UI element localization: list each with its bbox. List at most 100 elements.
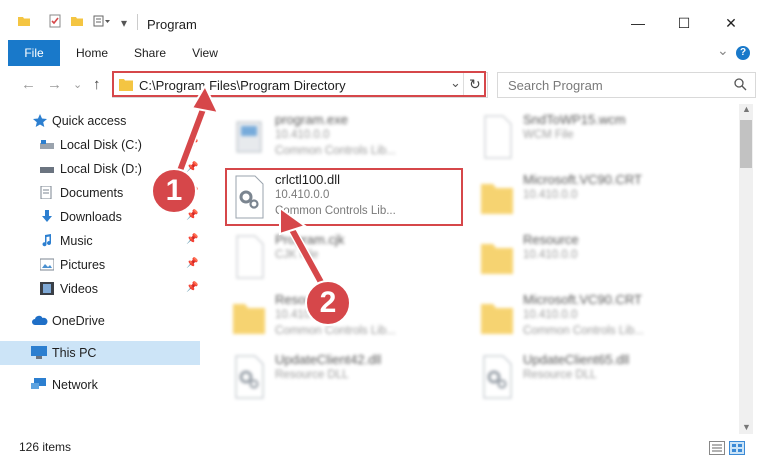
sidebar-item-onedrive[interactable]: OneDrive xyxy=(0,309,200,333)
file-item[interactable]: Resource 10.410.0.0 xyxy=(475,228,715,290)
file-version: Resource DLL xyxy=(275,369,349,381)
file-version: CJK File xyxy=(275,249,319,261)
file-version: 10.410.0.0 xyxy=(275,129,330,141)
drive-icon xyxy=(40,167,54,173)
tab-file[interactable]: File xyxy=(8,40,60,66)
forward-icon[interactable]: → xyxy=(47,76,62,93)
file-version: 10.410.0.0 xyxy=(523,249,578,261)
blank-file-icon xyxy=(236,235,264,279)
sidebar-item-this-pc[interactable]: This PC xyxy=(0,341,200,365)
navigation-bar: ← → ⌄ ↑ C:\Program Files\Program Directo… xyxy=(0,66,769,102)
folder-icon xyxy=(481,184,513,214)
folder-icon xyxy=(481,244,513,274)
sidebar-item-label: Local Disk (C:) xyxy=(60,138,142,152)
file-item[interactable]: program.exe 10.410.0.0 Common Controls L… xyxy=(227,108,467,170)
properties-icon[interactable] xyxy=(48,14,62,28)
pin-icon[interactable]: 📌 xyxy=(186,282,198,293)
folder-icon xyxy=(481,304,513,334)
file-item[interactable]: Microsoft.VC90.CRT 10.410.0.0 xyxy=(475,168,715,230)
sidebar-item-pictures[interactable]: Pictures 📌 xyxy=(0,253,200,277)
sidebar-item-local-disk-c[interactable]: Local Disk (C:) 📌 xyxy=(0,133,200,157)
sidebar-item-network[interactable]: Network xyxy=(0,373,200,397)
window-title: Program xyxy=(147,17,197,32)
address-highlight-box xyxy=(112,71,486,97)
star-icon xyxy=(33,114,47,127)
sidebar-item-label: Documents xyxy=(60,186,124,200)
pin-icon[interactable]: 📌 xyxy=(186,234,198,245)
tab-share[interactable]: Share xyxy=(127,40,173,66)
pin-icon[interactable]: 📌 xyxy=(186,162,198,173)
pin-icon[interactable]: 📌 xyxy=(186,258,198,269)
close-button[interactable]: ✕ xyxy=(708,10,754,36)
title-bar: ▾ Program — ☐ ✕ xyxy=(0,0,769,40)
recent-locations-icon[interactable]: ⌄ xyxy=(73,78,82,91)
network-icon xyxy=(31,378,46,389)
file-item[interactable]: UpdateClient42.dll Resource DLL xyxy=(227,348,467,410)
maximize-button[interactable]: ☐ xyxy=(661,10,707,36)
details-view-icon[interactable] xyxy=(709,441,725,455)
sidebar-item-label: Videos xyxy=(60,282,98,296)
callout-badge-1: 1 xyxy=(151,168,197,214)
search-icon[interactable] xyxy=(734,78,747,91)
exe-icon xyxy=(236,121,262,153)
file-item[interactable]: SndToWP15.wcm WCM File xyxy=(475,108,715,170)
file-name: SndToWP15.wcm xyxy=(523,112,626,127)
file-item[interactable]: Microsoft.VC90.CRT 10.410.0.0 Common Con… xyxy=(475,288,715,350)
blank-file-icon xyxy=(484,115,512,159)
drive-icon xyxy=(40,140,54,149)
file-item[interactable]: UpdateClient65.dll Resource DLL xyxy=(475,348,715,410)
sidebar-item-label: This PC xyxy=(52,346,97,360)
scroll-down-icon[interactable]: ▼ xyxy=(742,422,751,432)
sidebar-item-label: Downloads xyxy=(60,210,122,224)
help-icon[interactable]: ? xyxy=(736,46,750,60)
file-list: program.exe 10.410.0.0 Common Controls L… xyxy=(205,104,739,434)
file-version: Resource DLL xyxy=(523,369,597,381)
ribbon-tabs: File Home Share View ⌄ ? xyxy=(0,40,769,67)
sidebar-item-label: Quick access xyxy=(52,114,127,128)
tab-home[interactable]: Home xyxy=(68,40,116,66)
scroll-thumb[interactable] xyxy=(740,120,752,168)
music-icon xyxy=(42,234,52,247)
sidebar-item-quick-access[interactable]: Quick access xyxy=(0,109,200,133)
pin-icon[interactable]: 📌 xyxy=(186,138,198,149)
search-box[interactable]: Search Program xyxy=(497,72,756,98)
item-count: 126 items xyxy=(19,440,72,454)
file-highlight-box xyxy=(225,168,463,226)
file-description: Common Controls Lib... xyxy=(275,145,396,157)
sidebar-item-music[interactable]: Music 📌 xyxy=(0,229,200,253)
navigation-pane: Quick access Local Disk (C:) 📌 Local Dis… xyxy=(0,104,205,434)
sidebar-item-videos[interactable]: Videos 📌 xyxy=(0,277,200,301)
sidebar-item-label: Local Disk (D:) xyxy=(60,162,142,176)
scroll-up-icon[interactable]: ▲ xyxy=(742,104,751,114)
sidebar-item-label: Pictures xyxy=(60,258,106,272)
file-name: UpdateClient42.dll xyxy=(275,352,382,367)
file-description: Common Controls Lib... xyxy=(275,325,396,337)
quick-access-dropdown-icon[interactable]: ▾ xyxy=(121,16,127,30)
expand-ribbon-icon[interactable]: ⌄ xyxy=(717,42,729,59)
search-placeholder: Search Program xyxy=(508,78,603,93)
file-name: program.exe xyxy=(275,112,348,127)
pin-icon[interactable]: 📌 xyxy=(186,210,198,221)
up-icon[interactable]: ↑ xyxy=(93,76,101,93)
dll-icon xyxy=(483,355,512,399)
file-item[interactable]: Program.cjk CJK File xyxy=(227,228,467,290)
file-description: Common Controls Lib... xyxy=(523,325,644,337)
file-version: 10.410.0.0 xyxy=(523,309,578,321)
customize-quick-access-icon[interactable] xyxy=(93,14,111,28)
status-bar: 126 items xyxy=(0,434,769,471)
sidebar-item-label: Music xyxy=(60,234,93,248)
documents-icon xyxy=(40,186,52,199)
minimize-button[interactable]: — xyxy=(615,10,661,36)
sidebar-item-label: Network xyxy=(52,378,98,392)
folder-icon[interactable] xyxy=(17,14,31,28)
tab-view[interactable]: View xyxy=(183,40,227,66)
back-icon[interactable]: ← xyxy=(21,76,36,93)
vertical-scrollbar[interactable]: ▲ ▼ xyxy=(739,104,753,434)
title-divider xyxy=(137,14,138,30)
callout-badge-2: 2 xyxy=(305,280,351,326)
new-folder-icon[interactable] xyxy=(70,14,84,28)
folder-icon xyxy=(233,304,265,334)
file-name: Microsoft.VC90.CRT xyxy=(523,172,642,187)
file-name: UpdateClient65.dll xyxy=(523,352,630,367)
large-icons-view-icon[interactable] xyxy=(729,441,745,455)
